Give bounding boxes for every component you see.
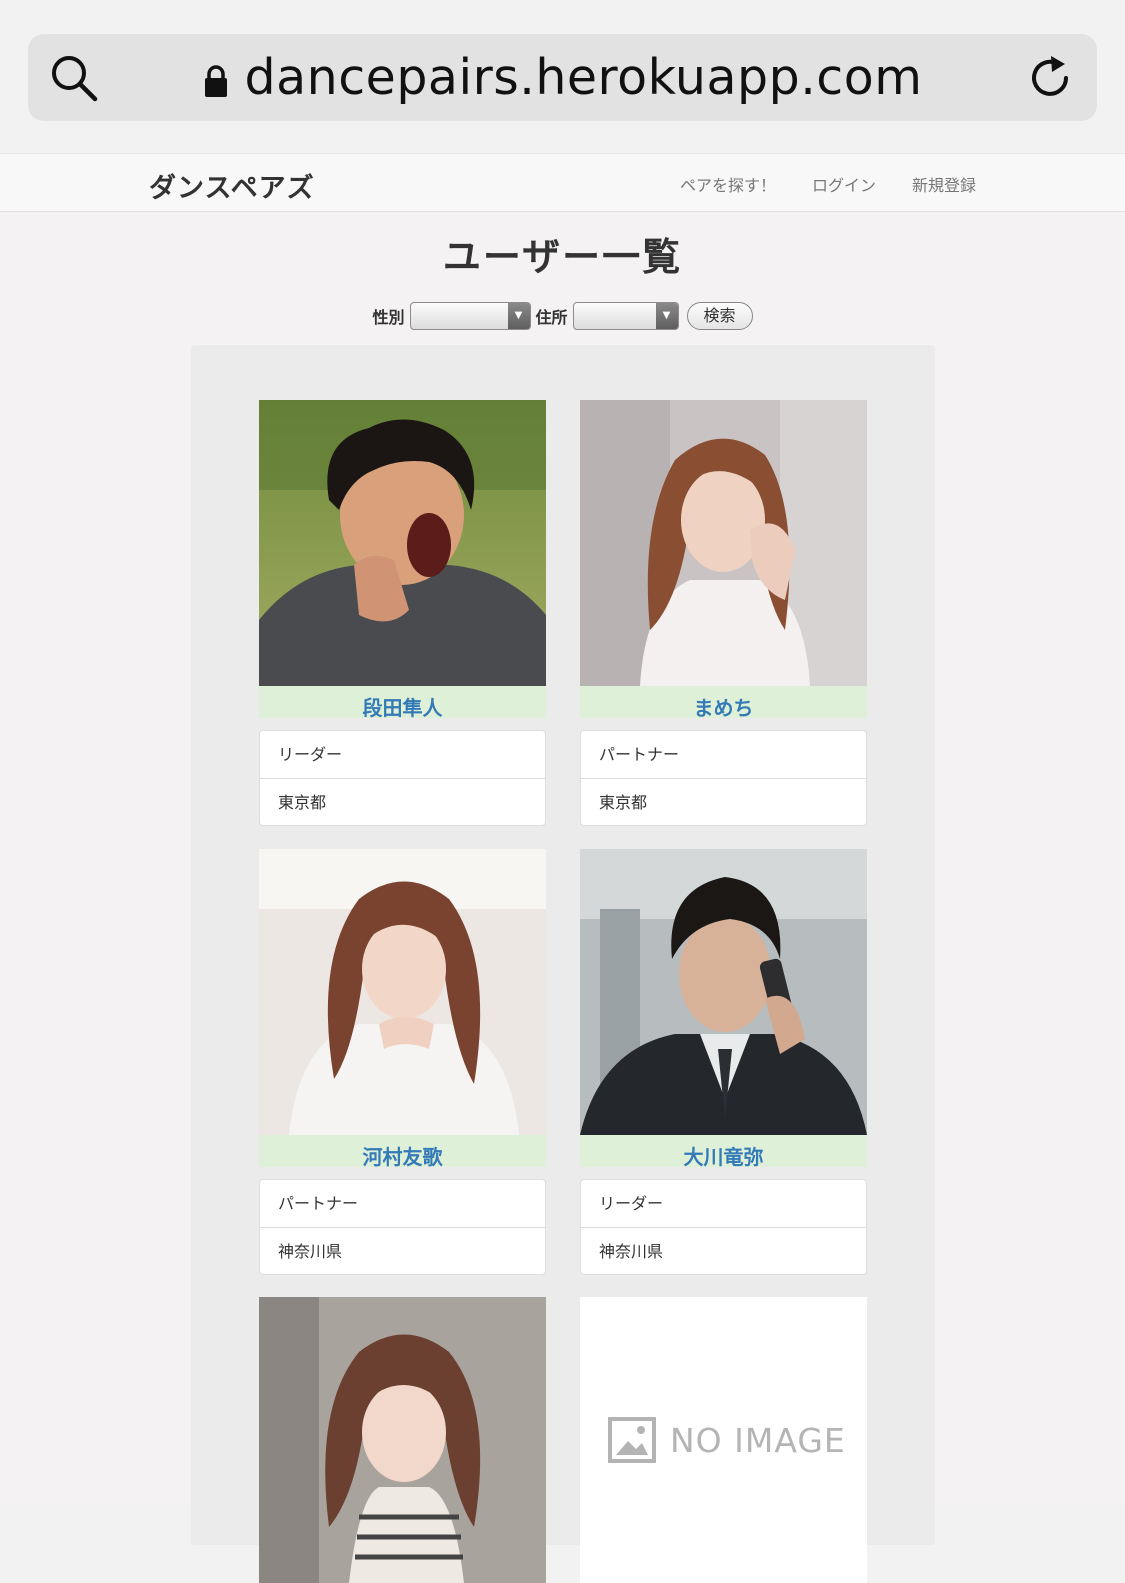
user-name[interactable]: 河村友歌: [259, 1135, 546, 1167]
url-text[interactable]: dancepairs.herokuapp.com: [245, 49, 923, 106]
user-card: 河村友歌 パートナー 神奈川県: [259, 849, 546, 1275]
user-card: まめち パートナー 東京都: [580, 400, 867, 826]
page-content: ユーザー一覧 性別 ▼ 住所 ▼ 検索 段田隼人 リーダー 東京都 まめち パー…: [0, 212, 1125, 1583]
search-filter-form: 性別 ▼ 住所 ▼ 検索: [0, 302, 1125, 330]
user-info-list: パートナー 神奈川県: [259, 1179, 546, 1275]
gender-select[interactable]: ▼: [409, 302, 531, 330]
image-icon: [608, 1417, 656, 1463]
user-role: リーダー: [278, 745, 343, 764]
site-navbar: ダンスペアズ ペアを探す！ ログイン 新規登録: [0, 153, 1125, 212]
search-button[interactable]: 検索: [686, 302, 753, 330]
address-bar[interactable]: dancepairs.herokuapp.com: [28, 34, 1097, 121]
user-role: パートナー: [278, 1194, 359, 1213]
user-photo[interactable]: [259, 849, 546, 1135]
user-info-list: パートナー 東京都: [580, 730, 867, 826]
user-area: 神奈川県: [260, 1227, 545, 1274]
user-role: パートナー: [599, 745, 680, 764]
no-image-text: NO IMAGE: [670, 1421, 846, 1460]
chevron-down-icon: ▼: [655, 303, 678, 329]
nav-link-find-pair[interactable]: ペアを探す！: [680, 172, 776, 196]
chevron-down-icon: ▼: [507, 303, 530, 329]
user-area: 神奈川県: [581, 1227, 866, 1274]
nav-links: ペアを探す！ ログイン 新規登録: [680, 172, 976, 196]
user-name[interactable]: 段田隼人: [259, 686, 546, 718]
brand-logo[interactable]: ダンスペアズ: [149, 166, 315, 205]
user-area: 東京都: [581, 778, 866, 825]
browser-toolbar: dancepairs.herokuapp.com: [0, 0, 1125, 153]
gender-label: 性別: [372, 308, 405, 327]
user-info-list: リーダー 神奈川県: [580, 1179, 867, 1275]
user-card: NO IMAGE: [580, 1297, 867, 1583]
user-card: [259, 1297, 546, 1583]
user-role: リーダー: [599, 1194, 664, 1213]
user-name[interactable]: 大川竜弥: [580, 1135, 867, 1167]
user-info-list: リーダー 東京都: [259, 730, 546, 826]
no-image-placeholder[interactable]: NO IMAGE: [580, 1297, 867, 1583]
user-card: 段田隼人 リーダー 東京都: [259, 400, 546, 826]
user-photo[interactable]: [259, 1297, 546, 1583]
user-name[interactable]: まめち: [580, 686, 867, 718]
address-select[interactable]: ▼: [572, 302, 679, 330]
user-area: 東京都: [260, 778, 545, 825]
user-card: 大川竜弥 リーダー 神奈川県: [580, 849, 867, 1275]
nav-link-signup[interactable]: 新規登録: [912, 172, 976, 196]
user-photo[interactable]: [580, 849, 867, 1135]
page-title: ユーザー一覧: [442, 235, 683, 279]
lock-icon: [204, 64, 227, 97]
user-photo[interactable]: [259, 400, 546, 686]
address-label: 住所: [535, 308, 568, 327]
user-photo[interactable]: [580, 400, 867, 686]
reload-icon[interactable]: [1025, 52, 1075, 104]
user-list-panel: 段田隼人 リーダー 東京都 まめち パートナー 東京都 河村友歌 パートナー 神…: [191, 345, 935, 1583]
nav-link-login[interactable]: ログイン: [812, 172, 876, 196]
